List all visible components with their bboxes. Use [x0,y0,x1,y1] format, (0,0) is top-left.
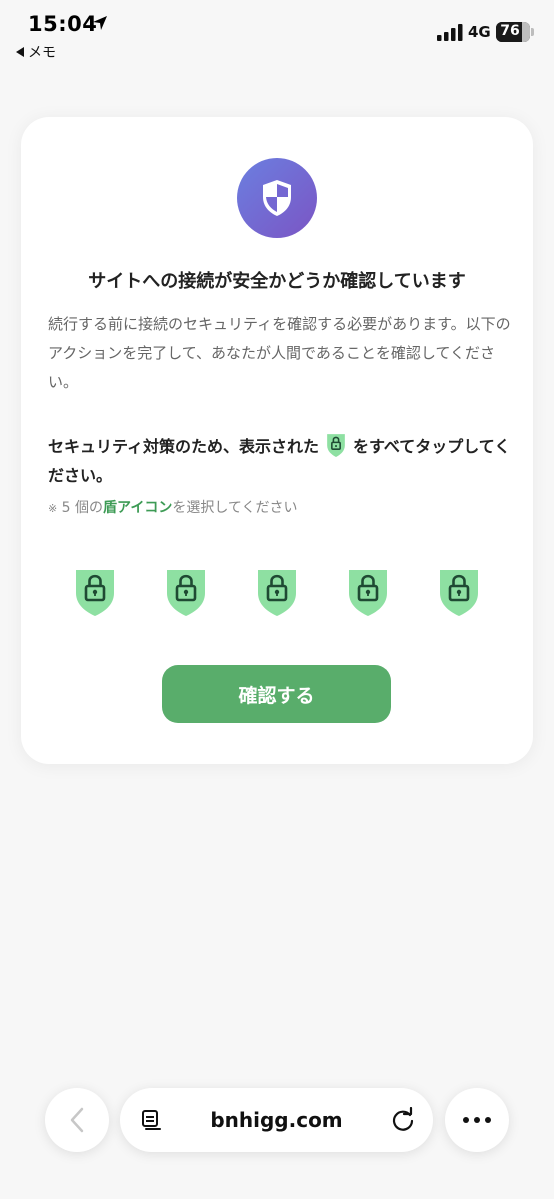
card-title: サイトへの接続が安全かどうか確認しています [88,271,466,292]
shield-icon [263,180,291,216]
shield-lock-icon[interactable] [347,567,389,617]
selection-note: ※ 5 個の盾アイコンを選択してください [48,497,298,517]
network-type: 4G [468,23,491,41]
note-text-after: を選択してください [172,500,298,516]
battery-level: 76 [500,23,520,39]
note-text-before: 5 個の [61,500,104,516]
shield-lock-icon[interactable] [165,567,207,617]
note-highlight: 盾アイコン [103,500,173,516]
more-options-button[interactable] [445,1088,509,1152]
chevron-left-icon [70,1107,84,1133]
shield-lock-icon[interactable] [438,567,480,617]
shield-icon-row [21,567,533,619]
cellular-signal-icon [437,24,463,41]
instruction-text-before: セキュリティ対策のため、表示された [48,437,320,456]
status-time: 15:04 [28,12,98,36]
address-url: bnhigg.com [210,1108,343,1132]
reload-icon[interactable] [390,1107,416,1133]
shield-badge [237,158,317,238]
back-app-label: メモ [28,45,56,61]
location-arrow-icon [93,16,107,30]
status-bar: 15:04 メモ 4G 76 [0,0,554,70]
card-description: 続行する前に接続のセキュリティを確認する必要があります。以下のアクションを完了し… [48,315,511,391]
inline-shield-lock-icon [327,434,345,457]
screen: 15:04 メモ 4G 76 サイトへの接続が安全かどうか確認しています 続行す… [0,0,554,1199]
back-button[interactable] [45,1088,109,1152]
tap-instruction: セキュリティ対策のため、表示された をすべてタップしてください。 [48,432,518,490]
back-to-app-link[interactable]: メモ [16,42,56,62]
confirm-button[interactable]: 確認する [162,665,391,723]
browser-toolbar: bnhigg.com [0,1088,554,1154]
note-mark: ※ [48,502,58,515]
address-bar[interactable]: bnhigg.com [120,1088,433,1152]
verification-card: サイトへの接続が安全かどうか確認しています 続行する前に接続のセキュリティを確認… [21,117,533,764]
battery-indicator: 76 [496,22,530,42]
shield-lock-icon[interactable] [74,567,116,617]
shield-lock-icon[interactable] [256,567,298,617]
ellipsis-icon [463,1117,491,1123]
battery-cap [531,28,534,36]
back-triangle-icon [16,47,24,57]
